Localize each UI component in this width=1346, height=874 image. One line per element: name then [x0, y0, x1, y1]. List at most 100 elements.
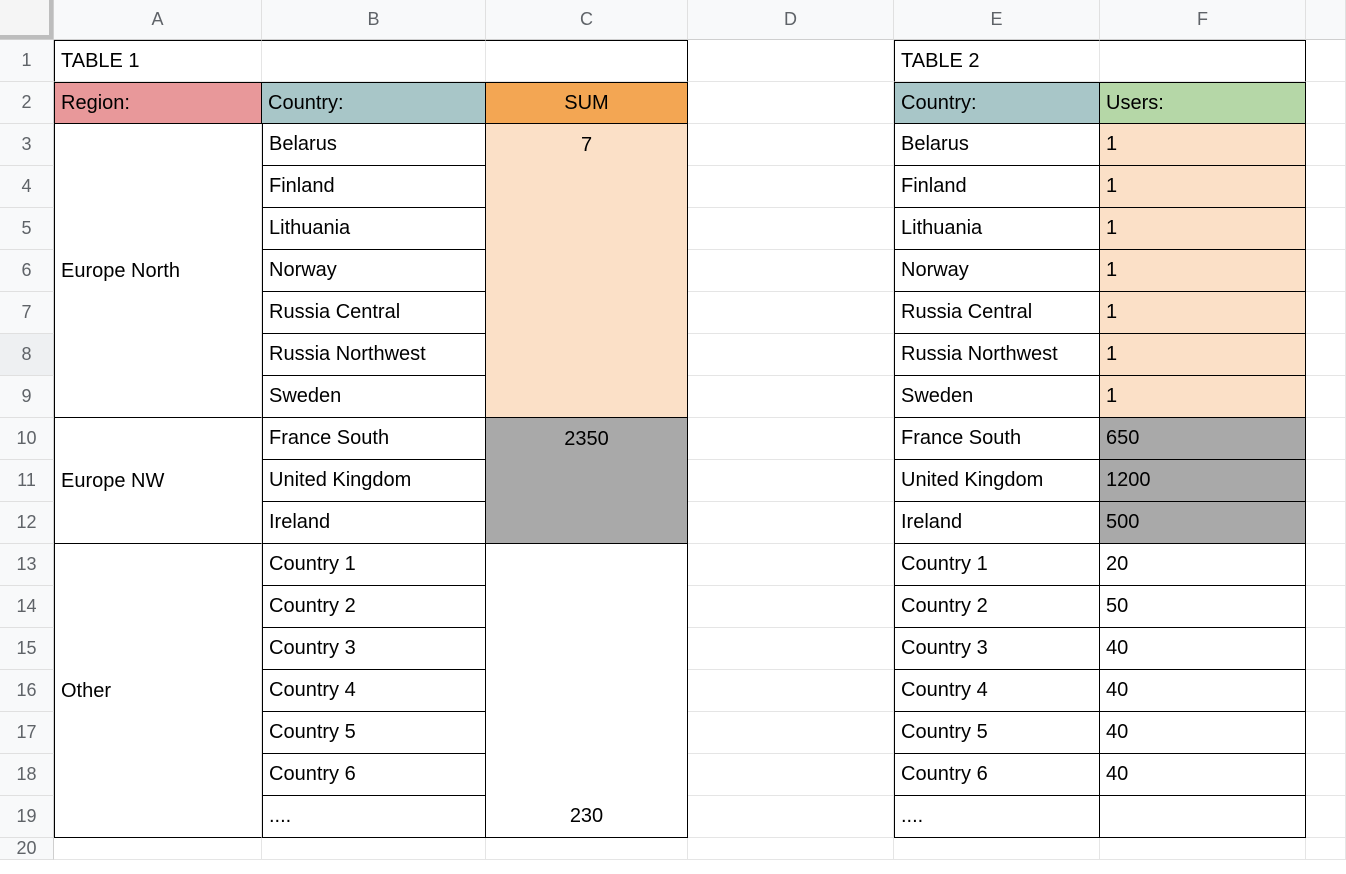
- cell-A12[interactable]: [54, 502, 262, 544]
- col-header-F[interactable]: F: [1100, 0, 1306, 40]
- cell-D10[interactable]: [688, 418, 894, 460]
- cell-A9[interactable]: [54, 376, 262, 418]
- cell-A3[interactable]: [54, 124, 262, 166]
- cell-B1[interactable]: [262, 40, 486, 82]
- cell-C17[interactable]: [486, 712, 688, 754]
- cell-B5[interactable]: Lithuania: [262, 208, 486, 250]
- row-header-8[interactable]: 8: [0, 334, 54, 376]
- cell-F18[interactable]: 40: [1100, 754, 1306, 796]
- cell-F8[interactable]: 1: [1100, 334, 1306, 376]
- cell-G13[interactable]: [1306, 544, 1346, 586]
- cell-B3[interactable]: Belarus: [262, 124, 486, 166]
- cell-A14[interactable]: [54, 586, 262, 628]
- cell-B6[interactable]: Norway: [262, 250, 486, 292]
- cell-F3[interactable]: 1: [1100, 124, 1306, 166]
- row-header-15[interactable]: 15: [0, 628, 54, 670]
- cell-A17[interactable]: [54, 712, 262, 754]
- cell-F10[interactable]: 650: [1100, 418, 1306, 460]
- cell-D17[interactable]: [688, 712, 894, 754]
- cell-C10[interactable]: 2350: [486, 418, 688, 460]
- cell-E17[interactable]: Country 5: [894, 712, 1100, 754]
- cell-B7[interactable]: Russia Central: [262, 292, 486, 334]
- cell-C5[interactable]: [486, 208, 688, 250]
- row-header-9[interactable]: 9: [0, 376, 54, 418]
- cell-E18[interactable]: Country 6: [894, 754, 1100, 796]
- row-header-4[interactable]: 4: [0, 166, 54, 208]
- cell-D4[interactable]: [688, 166, 894, 208]
- cell-B8[interactable]: Russia Northwest: [262, 334, 486, 376]
- row-header-17[interactable]: 17: [0, 712, 54, 754]
- cell-D3[interactable]: [688, 124, 894, 166]
- cell-F11[interactable]: 1200: [1100, 460, 1306, 502]
- cell-E1[interactable]: TABLE 2: [894, 40, 1100, 82]
- cell-A10[interactable]: [54, 418, 262, 460]
- cell-E6[interactable]: Norway: [894, 250, 1100, 292]
- cell-B4[interactable]: Finland: [262, 166, 486, 208]
- row-header-1[interactable]: 1: [0, 40, 54, 82]
- cell-E4[interactable]: Finland: [894, 166, 1100, 208]
- cell-G16[interactable]: [1306, 670, 1346, 712]
- cell-C12[interactable]: [486, 502, 688, 544]
- cell-G20[interactable]: [1306, 838, 1346, 860]
- cell-C16[interactable]: [486, 670, 688, 712]
- cell-E13[interactable]: Country 1: [894, 544, 1100, 586]
- cell-F9[interactable]: 1: [1100, 376, 1306, 418]
- cell-C6[interactable]: [486, 250, 688, 292]
- cell-F15[interactable]: 40: [1100, 628, 1306, 670]
- row-header-10[interactable]: 10: [0, 418, 54, 460]
- cell-F20[interactable]: [1100, 838, 1306, 860]
- cell-B17[interactable]: Country 5: [262, 712, 486, 754]
- cell-E3[interactable]: Belarus: [894, 124, 1100, 166]
- cell-G8[interactable]: [1306, 334, 1346, 376]
- cell-G2[interactable]: [1306, 82, 1346, 124]
- col-header-A[interactable]: A: [54, 0, 262, 40]
- cell-C8[interactable]: [486, 334, 688, 376]
- cell-E14[interactable]: Country 2: [894, 586, 1100, 628]
- row-header-6[interactable]: 6: [0, 250, 54, 292]
- cell-B20[interactable]: [262, 838, 486, 860]
- cell-F4[interactable]: 1: [1100, 166, 1306, 208]
- cell-G4[interactable]: [1306, 166, 1346, 208]
- cell-C3[interactable]: 7: [486, 124, 688, 166]
- cell-C9[interactable]: [486, 376, 688, 418]
- cell-C11[interactable]: [486, 460, 688, 502]
- cell-G11[interactable]: [1306, 460, 1346, 502]
- col-header-E[interactable]: E: [894, 0, 1100, 40]
- cell-G7[interactable]: [1306, 292, 1346, 334]
- cell-G15[interactable]: [1306, 628, 1346, 670]
- row-header-5[interactable]: 5: [0, 208, 54, 250]
- cell-B9[interactable]: Sweden: [262, 376, 486, 418]
- cell-F13[interactable]: 20: [1100, 544, 1306, 586]
- cell-B12[interactable]: Ireland: [262, 502, 486, 544]
- cell-A16[interactable]: Other: [54, 670, 262, 712]
- cell-F16[interactable]: 40: [1100, 670, 1306, 712]
- cell-G19[interactable]: [1306, 796, 1346, 838]
- cell-G17[interactable]: [1306, 712, 1346, 754]
- cell-B11[interactable]: United Kingdom: [262, 460, 486, 502]
- cell-C19[interactable]: 230: [486, 796, 688, 838]
- row-header-20[interactable]: 20: [0, 838, 54, 860]
- cell-D2[interactable]: [688, 82, 894, 124]
- row-header-7[interactable]: 7: [0, 292, 54, 334]
- cell-G5[interactable]: [1306, 208, 1346, 250]
- cell-C4[interactable]: [486, 166, 688, 208]
- cell-E12[interactable]: Ireland: [894, 502, 1100, 544]
- cell-D11[interactable]: [688, 460, 894, 502]
- cell-F1[interactable]: [1100, 40, 1306, 82]
- cell-G3[interactable]: [1306, 124, 1346, 166]
- corner-select-all[interactable]: [0, 0, 54, 40]
- cell-C14[interactable]: [486, 586, 688, 628]
- cell-G1[interactable]: [1306, 40, 1346, 82]
- cell-D1[interactable]: [688, 40, 894, 82]
- row-header-18[interactable]: 18: [0, 754, 54, 796]
- cell-D14[interactable]: [688, 586, 894, 628]
- cell-A6[interactable]: Europe North: [54, 250, 262, 292]
- cell-E7[interactable]: Russia Central: [894, 292, 1100, 334]
- cell-D8[interactable]: [688, 334, 894, 376]
- cell-C7[interactable]: [486, 292, 688, 334]
- cell-D18[interactable]: [688, 754, 894, 796]
- cell-F6[interactable]: 1: [1100, 250, 1306, 292]
- cell-A7[interactable]: [54, 292, 262, 334]
- cell-F5[interactable]: 1: [1100, 208, 1306, 250]
- cell-B16[interactable]: Country 4: [262, 670, 486, 712]
